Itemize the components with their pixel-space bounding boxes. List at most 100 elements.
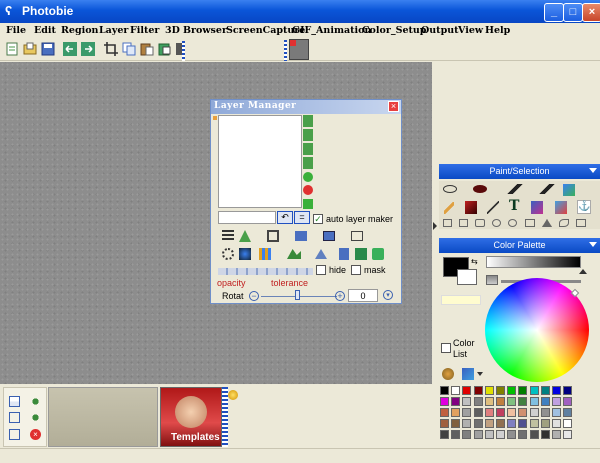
- bottom-splitter[interactable]: [222, 387, 228, 447]
- color-swatch[interactable]: [496, 408, 505, 417]
- close-button[interactable]: ×: [582, 3, 600, 22]
- color-list-checkbox[interactable]: [441, 343, 451, 353]
- color-swatch[interactable]: [473, 419, 483, 428]
- color-swatch[interactable]: [462, 397, 472, 406]
- menu-filter[interactable]: Filter: [130, 25, 159, 36]
- color-swatch[interactable]: [563, 408, 573, 417]
- tile-horizontal-icon[interactable]: [9, 396, 20, 407]
- open-folder-icon[interactable]: [22, 41, 38, 57]
- palette-icon[interactable]: [259, 248, 271, 260]
- color-swatch[interactable]: [451, 430, 461, 439]
- color-swatch[interactable]: [529, 419, 539, 428]
- palette-icon-2[interactable]: [442, 368, 454, 380]
- color-swatch[interactable]: [440, 430, 449, 439]
- layer-image-icon[interactable]: [355, 248, 367, 260]
- lightbulb-icon[interactable]: [228, 390, 238, 400]
- palette-dropdown-icon[interactable]: [477, 372, 483, 376]
- color-swatch[interactable]: [529, 397, 539, 406]
- panel-collapse-icon[interactable]: [589, 168, 597, 173]
- color-swatch[interactable]: [518, 386, 528, 395]
- color-swatch[interactable]: [563, 430, 573, 439]
- shape-icon[interactable]: [315, 249, 327, 259]
- color-swatch[interactable]: [451, 397, 461, 406]
- menu-3d[interactable]: 3D: [165, 25, 180, 36]
- eraser-icon[interactable]: [465, 201, 477, 214]
- color-swatch[interactable]: [540, 408, 550, 417]
- color-swatch[interactable]: [552, 397, 561, 406]
- freeform-shape-icon[interactable]: [559, 219, 569, 227]
- color-swatch[interactable]: [473, 408, 483, 417]
- polygon-shape-icon[interactable]: [525, 219, 535, 227]
- templates-thumbnail[interactable]: Templates: [160, 387, 222, 447]
- color-swatch[interactable]: [518, 408, 528, 417]
- maximize-button[interactable]: □: [563, 3, 583, 22]
- copy-icon[interactable]: [121, 41, 137, 57]
- toolbar-splitter[interactable]: [182, 41, 185, 61]
- color-swatch[interactable]: [440, 397, 449, 406]
- color-swatch[interactable]: [496, 419, 505, 428]
- title-bar[interactable]: ʕ Photobie _ □ ×: [0, 0, 600, 23]
- color-swatch[interactable]: [540, 419, 550, 428]
- color-swatch[interactable]: [484, 386, 494, 395]
- minimize-button[interactable]: _: [544, 3, 564, 22]
- auto-layer-maker-checkbox[interactable]: ✓: [313, 214, 323, 224]
- layer-top-icon[interactable]: [303, 115, 313, 127]
- ellipse-shape-icon[interactable]: [492, 219, 501, 227]
- color-swatch[interactable]: [440, 408, 449, 417]
- color-swatch[interactable]: [440, 386, 449, 395]
- color-swatch[interactable]: [484, 408, 494, 417]
- redo-icon[interactable]: [80, 41, 96, 57]
- rotate-dropdown-icon[interactable]: ▾: [383, 290, 393, 300]
- triangle-shape-icon[interactable]: [542, 219, 552, 227]
- menu-region[interactable]: Region: [61, 25, 98, 36]
- rotate-minus-icon[interactable]: −: [249, 291, 259, 301]
- template-slot[interactable]: [48, 387, 158, 447]
- hide-checkbox[interactable]: [316, 265, 326, 275]
- layer-manager-titlebar[interactable]: Layer Manager ×: [211, 100, 401, 114]
- align-icon[interactable]: [222, 230, 234, 242]
- color-swatch[interactable]: [451, 386, 461, 395]
- color-swatch[interactable]: [496, 386, 505, 395]
- layer-bottom-icon[interactable]: [303, 157, 313, 169]
- color-swatch[interactable]: [462, 430, 472, 439]
- duplicate-icon[interactable]: [295, 231, 307, 241]
- layer-manager-close-icon[interactable]: ×: [388, 101, 399, 112]
- color-swatch[interactable]: [540, 397, 550, 406]
- color-swatch[interactable]: [563, 419, 573, 428]
- tile-vertical-icon[interactable]: [9, 412, 20, 423]
- gradient-marker-icon[interactable]: [579, 269, 587, 274]
- close-all-icon[interactable]: ×: [30, 429, 41, 440]
- layer-down-icon[interactable]: [303, 143, 313, 155]
- color-swatch[interactable]: [462, 408, 472, 417]
- curve-shape-icon[interactable]: [576, 219, 586, 227]
- palette-options-icon[interactable]: [462, 368, 474, 380]
- confirm-icon[interactable]: [303, 199, 313, 209]
- color-swatch[interactable]: [518, 419, 528, 428]
- color-swatch[interactable]: [473, 397, 483, 406]
- menu-browser[interactable]: Browser: [183, 25, 227, 36]
- color-swatch[interactable]: [540, 386, 550, 395]
- color-swatch[interactable]: [529, 430, 539, 439]
- color-swatch[interactable]: [563, 386, 573, 395]
- collapse-arrow-icon[interactable]: [433, 222, 437, 230]
- equal-icon[interactable]: =: [294, 211, 310, 224]
- mask-checkbox[interactable]: [351, 265, 361, 275]
- cascade-icon[interactable]: [9, 429, 20, 440]
- color-swatch[interactable]: [496, 430, 505, 439]
- crop-icon[interactable]: [103, 41, 119, 57]
- color-swatch[interactable]: [462, 386, 472, 395]
- color-swatch[interactable]: [484, 419, 494, 428]
- toolbar-splitter-2[interactable]: [284, 40, 287, 61]
- gear-icon[interactable]: [222, 248, 234, 260]
- effect-icon[interactable]: [239, 248, 251, 260]
- color-swatch[interactable]: [451, 408, 461, 417]
- actual-size-icon[interactable]: [30, 412, 41, 423]
- fill-bucket-icon[interactable]: [555, 201, 567, 214]
- color-swatch[interactable]: [552, 408, 561, 417]
- layer-copy-icon[interactable]: [339, 248, 349, 260]
- menu-view[interactable]: View: [458, 25, 483, 36]
- paste-icon[interactable]: [139, 41, 155, 57]
- filled-ellipse-icon[interactable]: [473, 185, 487, 193]
- swap-colors-icon[interactable]: ⇆: [471, 257, 478, 266]
- square-shape-icon[interactable]: [459, 219, 468, 227]
